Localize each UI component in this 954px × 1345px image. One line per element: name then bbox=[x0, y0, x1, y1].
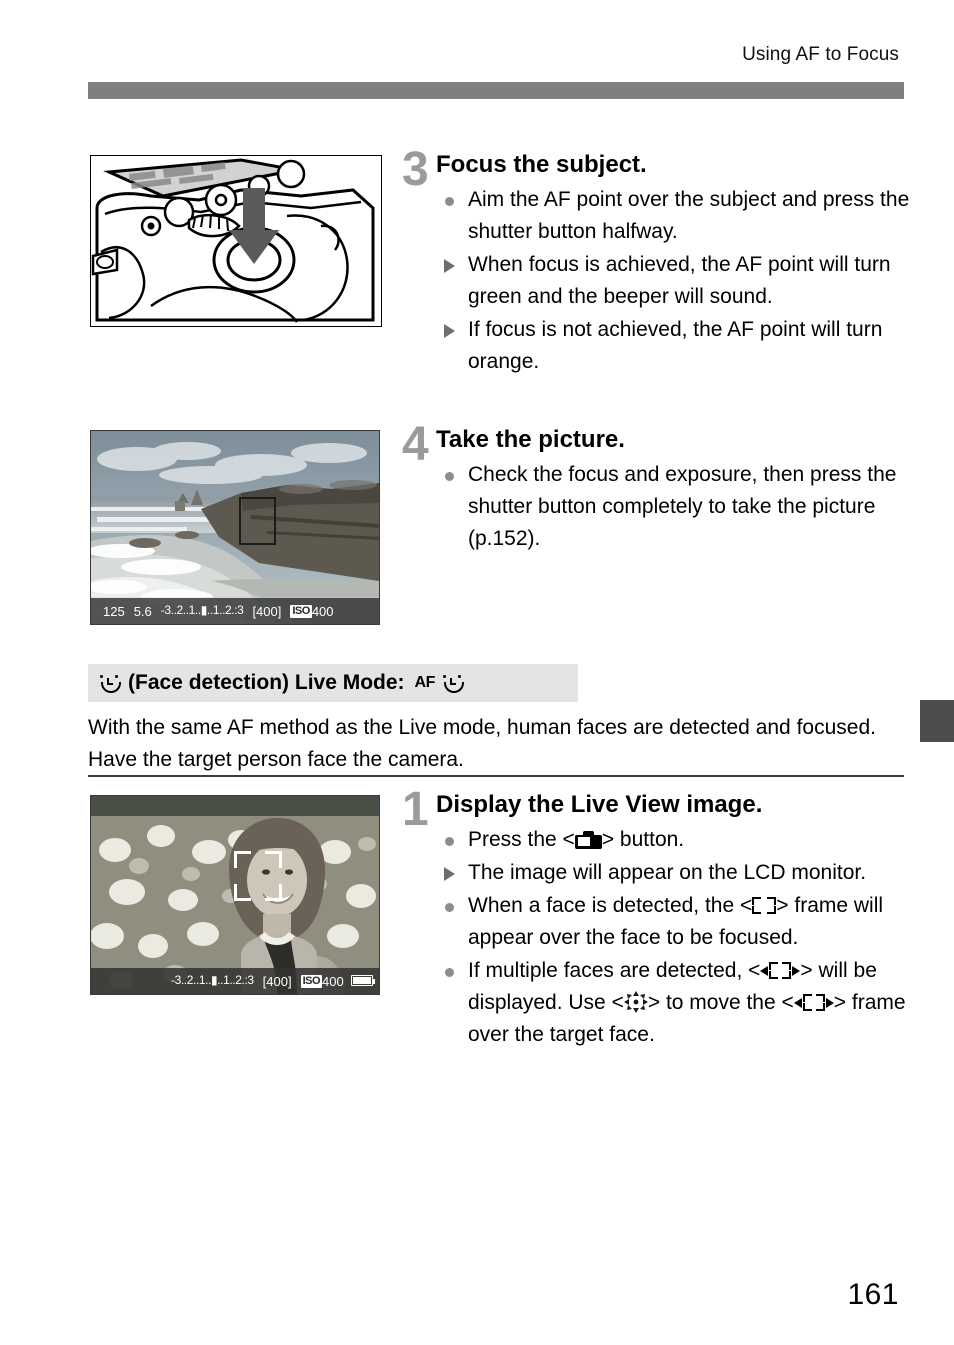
header-rule bbox=[88, 82, 904, 99]
list-item: Press the < > button. bbox=[436, 824, 914, 856]
live-view-face-detection-screenshot: -3..2..1..▮..1..2.:3 [400] ISO 400 bbox=[90, 795, 380, 995]
section-heading: (Face detection) Live Mode: AF bbox=[88, 664, 578, 702]
aperture-value: 5.6 bbox=[133, 603, 152, 619]
iso-value: 400 bbox=[322, 973, 344, 989]
list-item: When a face is detected, the < > frame wi… bbox=[436, 890, 914, 954]
section-heading-text: (Face detection) Live Mode: bbox=[128, 671, 405, 694]
bullet-text: When focus is achieved, the AF point wil… bbox=[468, 253, 891, 308]
lcd-info-bar: 125 5.6 -3..2..1..▮..1..2.:3 [400] ISO 40… bbox=[91, 598, 379, 624]
iso-label: ISO bbox=[300, 974, 323, 988]
section-divider bbox=[88, 775, 904, 777]
manual-page: Using AF to Focus 3 Focus the subject. A… bbox=[0, 0, 954, 1345]
list-item: If multiple faces are detected, < > will … bbox=[436, 955, 914, 1051]
bullet-text-part: > to move the < bbox=[647, 991, 794, 1014]
bullet-text-part: If multiple faces are detected, < bbox=[468, 959, 761, 982]
multi-controller-icon bbox=[623, 991, 648, 1013]
live-view-landscape-screenshot: 125 5.6 -3..2..1..▮..1..2.:3 [400] ISO 40… bbox=[90, 430, 380, 625]
face-frame-icon bbox=[752, 897, 777, 914]
bullet-text: Aim the AF point over the subject and pr… bbox=[468, 188, 910, 243]
list-item: If focus is not achieved, the AF point w… bbox=[436, 314, 914, 378]
face-smiley-icon bbox=[98, 673, 121, 694]
face-frame-arrows-icon bbox=[760, 962, 801, 979]
step-3: 3 Focus the subject. Aim the AF point ov… bbox=[402, 143, 914, 379]
shots-remaining-value: [400] bbox=[252, 603, 282, 619]
shots-remaining-value: [400] bbox=[262, 973, 292, 989]
camera-top-line-art bbox=[90, 155, 382, 327]
bullet-text-part: > button. bbox=[601, 828, 685, 851]
iso-label: ISO bbox=[290, 604, 312, 618]
shutter-speed-value: 125 bbox=[103, 603, 125, 619]
step-1-title: Display the Live View image. bbox=[436, 791, 763, 818]
landscape-photo bbox=[91, 431, 379, 624]
step-4-number: 4 bbox=[402, 418, 429, 471]
step-4-bullets: Check the focus and exposure, then press… bbox=[436, 459, 914, 555]
step-1: 1 Display the Live View image. Press the… bbox=[402, 783, 914, 1052]
list-item: Aim the AF point over the subject and pr… bbox=[436, 184, 914, 248]
bullet-text: If focus is not achieved, the AF point w… bbox=[468, 318, 883, 373]
chapter-tab-marker bbox=[920, 700, 954, 742]
exposure-level-scale: -3..2..1..▮..1..2.:3 bbox=[160, 603, 244, 617]
step-3-number: 3 bbox=[402, 143, 429, 196]
bullet-text-part: Press the < bbox=[468, 828, 575, 851]
bullet-text-part: When a face is detected, the < bbox=[468, 894, 753, 917]
af-point-rectangle bbox=[239, 497, 276, 545]
iso-value: 400 bbox=[311, 603, 334, 619]
list-item: When focus is achieved, the AF point wil… bbox=[436, 249, 914, 313]
step-4: 4 Take the picture. Check the focus and … bbox=[402, 418, 914, 556]
section-body-text: With the same AF method as the Live mode… bbox=[88, 716, 876, 771]
step-1-bullets: Press the < > button. The image will appe… bbox=[436, 824, 914, 1051]
exposure-level-scale: -3..2..1..▮..1..2.:3 bbox=[171, 973, 254, 987]
step-3-title: Focus the subject. bbox=[436, 151, 647, 178]
list-item: The image will appear on the LCD monitor… bbox=[436, 857, 914, 889]
face-smiley-icon bbox=[441, 673, 464, 694]
list-item: Check the focus and exposure, then press… bbox=[436, 459, 914, 555]
face-frame-arrows-icon bbox=[793, 994, 834, 1011]
camera-icon bbox=[574, 831, 602, 849]
face-detection-frame bbox=[234, 851, 282, 901]
running-head: Using AF to Focus bbox=[742, 44, 899, 65]
lcd-info-bar: -3..2..1..▮..1..2.:3 [400] ISO 400 bbox=[91, 968, 379, 994]
af-mode-label: AF bbox=[414, 674, 436, 691]
camera-top-illustration-svg bbox=[91, 156, 379, 324]
page-number: 161 bbox=[847, 1278, 899, 1311]
battery-full-icon bbox=[351, 975, 375, 986]
step-1-number: 1 bbox=[402, 783, 429, 836]
bullet-text-part: The image will appear on the LCD monitor… bbox=[468, 861, 867, 884]
bullet-text: Check the focus and exposure, then press… bbox=[468, 463, 897, 550]
step-4-title: Take the picture. bbox=[436, 426, 625, 453]
step-3-bullets: Aim the AF point over the subject and pr… bbox=[436, 184, 914, 378]
